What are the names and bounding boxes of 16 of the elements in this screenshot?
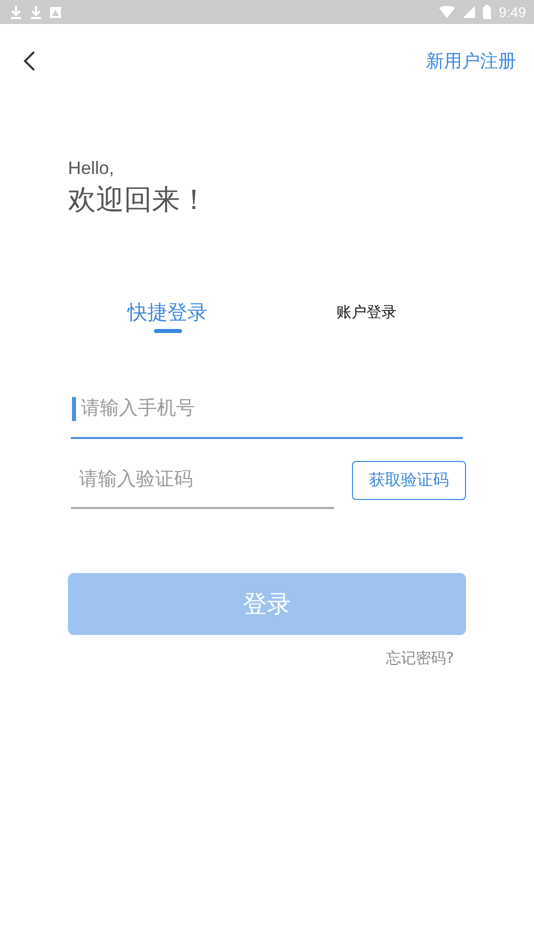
login-tab[interactable]: 快捷登录 — [68, 297, 267, 339]
greeting-text: Hello, — [68, 158, 116, 179]
battery-icon — [482, 5, 491, 19]
download-icon — [30, 5, 42, 19]
welcome-heading: 欢迎回来！ — [68, 182, 209, 218]
forgot-password-link[interactable]: 忘记密码? — [386, 649, 454, 668]
get-code-button[interactable]: 获取验证码 — [352, 460, 466, 500]
login-tab[interactable]: 账户登录 — [267, 297, 466, 339]
image-icon — [50, 6, 61, 18]
signal-icon — [462, 6, 475, 18]
back-icon[interactable] — [22, 50, 36, 72]
register-link[interactable]: 新用户注册 — [426, 49, 516, 73]
download-icon — [10, 5, 22, 19]
phone-field[interactable]: 请输入手机号 — [71, 379, 463, 439]
code-field[interactable]: 请输入验证码 — [71, 451, 334, 509]
wifi-icon — [438, 6, 455, 18]
